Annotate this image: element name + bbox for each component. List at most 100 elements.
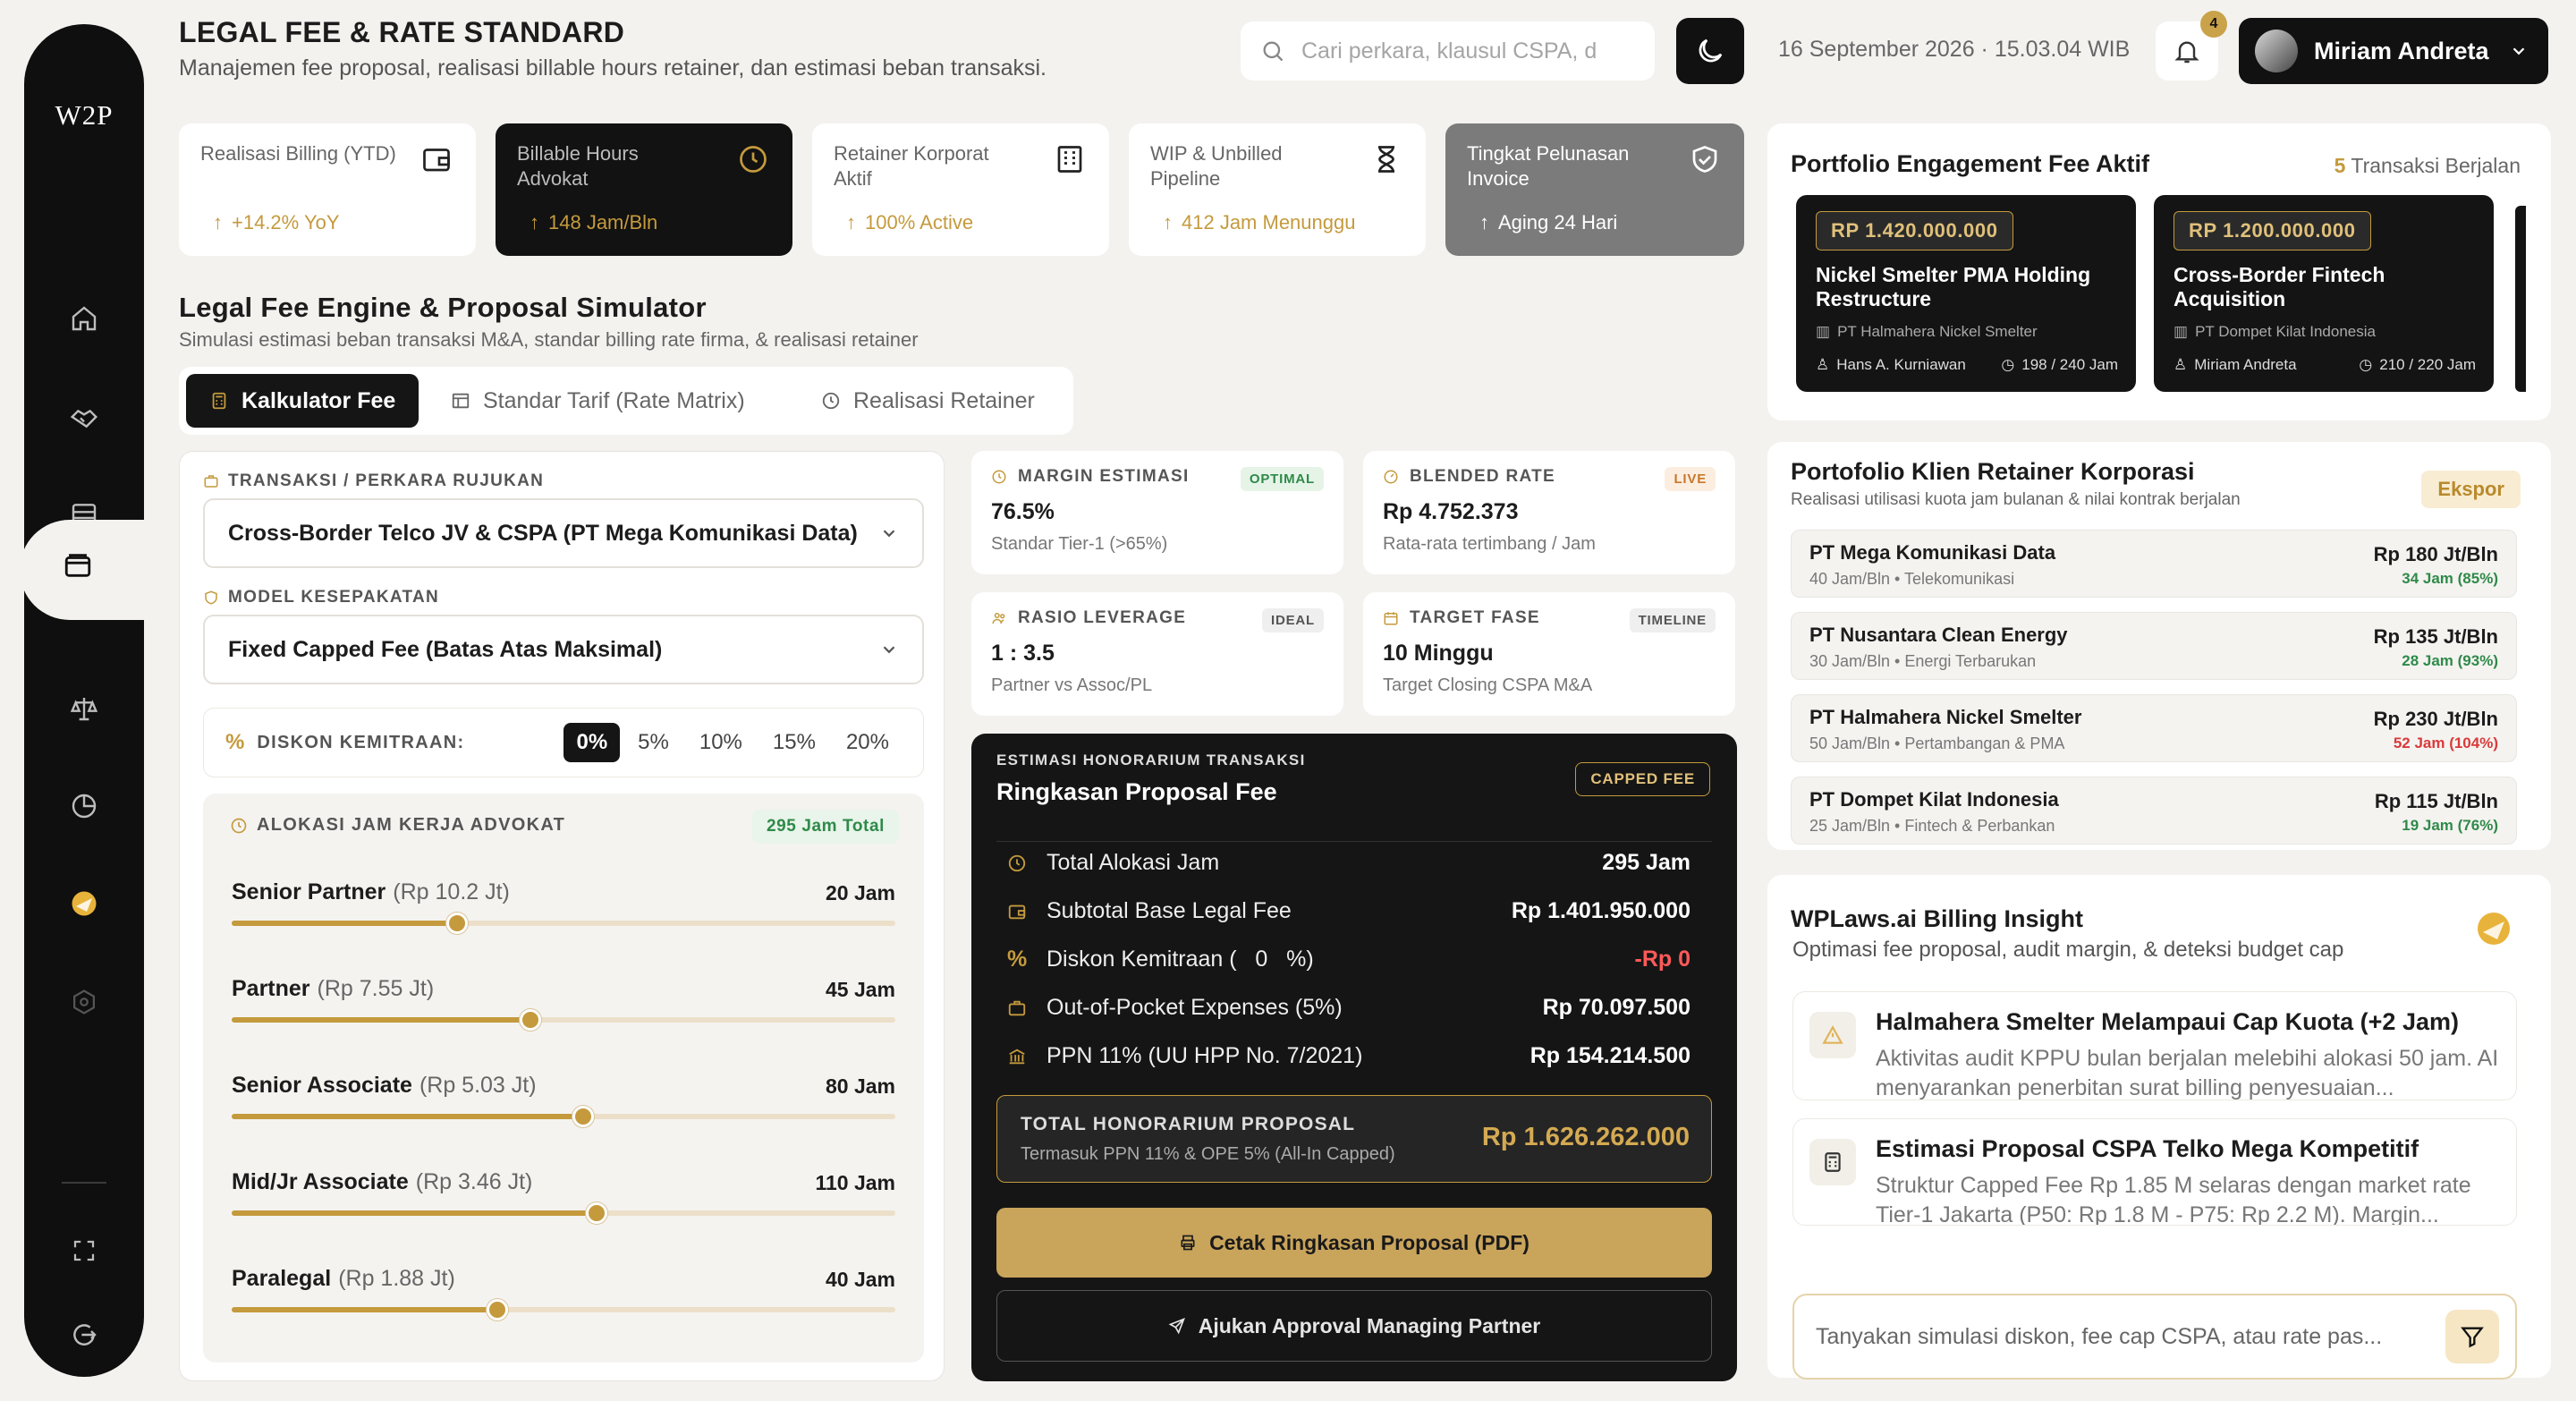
client-sub: 50 Jam/Bln • Pertambangan & PMA	[1809, 734, 2065, 752]
role-hours: 40 Jam	[825, 1268, 895, 1291]
wallet-icon	[1007, 902, 1027, 921]
engagement-card-peek	[2515, 206, 2526, 392]
kpi-card-retainer[interactable]: Retainer Korporat Aktif ↑ 100% Active	[812, 123, 1109, 256]
search-input[interactable]	[1301, 38, 1641, 64]
insight-card[interactable]: Estimasi Proposal CSPA Telko Mega Kompet…	[1792, 1118, 2517, 1226]
client-usage: 19 Jam (76%)	[2402, 817, 2498, 834]
slider-handle[interactable]	[486, 1299, 508, 1320]
slider-track[interactable]	[232, 913, 895, 934]
role-name: Mid/Jr Associate	[232, 1169, 409, 1194]
settings-icon[interactable]	[24, 974, 144, 1030]
client-sub: 25 Jam/Bln • Fintech & Perbankan	[1809, 817, 2055, 835]
role-name: Senior Associate	[232, 1073, 412, 1098]
ai-ask-box[interactable]	[1792, 1294, 2517, 1380]
home-icon[interactable]	[24, 291, 144, 346]
sidebar-divider	[62, 1182, 106, 1184]
slider-handle[interactable]	[446, 913, 469, 934]
model-select[interactable]: Fixed Capped Fee (Batas Atas Maksimal)	[203, 615, 924, 684]
engagement-price: RP 1.420.000.000	[1816, 211, 2013, 250]
discount-option[interactable]: 10%	[687, 723, 755, 762]
role-rate: (Rp 5.03 Jt)	[419, 1073, 537, 1098]
building-icon: ▥	[2174, 323, 2189, 340]
search-icon	[1260, 38, 1285, 64]
discount-option[interactable]: 0%	[564, 723, 621, 762]
calculator-icon	[1809, 1139, 1856, 1185]
sidebar-item-wallet-active[interactable]	[20, 520, 145, 620]
search-box[interactable]	[1241, 21, 1655, 81]
metric-sub: Partner vs Assoc/PL	[991, 675, 1153, 695]
ai-spark-icon[interactable]	[24, 876, 144, 931]
client-usage: 34 Jam (85%)	[2402, 570, 2498, 587]
insight-subtitle: Optimasi fee proposal, audit margin, & d…	[1792, 938, 2344, 962]
notification-count-badge: 4	[2200, 11, 2227, 38]
retainer-client-row[interactable]: PT Nusantara Clean Energy 30 Jam/Bln • En…	[1791, 612, 2517, 680]
tab-kalkulator-fee[interactable]: Kalkulator Fee	[186, 374, 419, 428]
slider-track[interactable]	[232, 1202, 895, 1224]
client-name: PT Halmahera Nickel Smelter	[1809, 706, 2082, 728]
status-badge: TIMELINE	[1629, 608, 1716, 633]
engagement-hours: ◷ 210 / 220 Jam	[2359, 356, 2476, 373]
clock-icon	[821, 391, 841, 411]
kpi-value: ↑ 100% Active	[846, 211, 974, 234]
shield-check-icon	[1689, 143, 1721, 175]
tab-realisasi-retainer[interactable]: Realisasi Retainer	[798, 374, 1058, 428]
client-rate: Rp 180 Jt/Bln	[2373, 543, 2498, 565]
clock-icon	[230, 817, 248, 835]
slider-handle[interactable]	[519, 1009, 541, 1031]
export-button[interactable]: Ekspor	[2421, 471, 2521, 508]
client-rate: Rp 135 Jt/Bln	[2373, 625, 2498, 648]
transaction-select[interactable]: Cross-Border Telco JV & CSPA (PT Mega Ko…	[203, 498, 924, 568]
metric-card-margin: MARGIN ESTIMASI OPTIMAL 76.5% Standar Ti…	[971, 451, 1343, 574]
gauge-icon	[1383, 469, 1399, 485]
kpi-card-billing[interactable]: Realisasi Billing (YTD) ↑ +14.2% YoY	[179, 123, 476, 256]
slider-track[interactable]	[232, 1009, 895, 1031]
slider-fill	[232, 1307, 497, 1312]
retainer-client-row[interactable]: PT Dompet Kilat Indonesia 25 Jam/Bln • Fi…	[1791, 777, 2517, 845]
insight-item-desc: Struktur Capped Fee Rp 1.85 M selaras de…	[1876, 1173, 2471, 1226]
slider-handle[interactable]	[572, 1106, 595, 1127]
status-badge: IDEAL	[1262, 608, 1324, 633]
logout-icon[interactable]	[24, 1307, 144, 1363]
kpi-card-wip[interactable]: WIP & Unbilled Pipeline ↑ 412 Jam Menungg…	[1129, 123, 1426, 256]
metric-card-target: TARGET FASE TIMELINE 10 Minggu Target Cl…	[1363, 592, 1735, 716]
avatar	[2255, 30, 2298, 72]
user-icon: ♙	[2174, 356, 2188, 373]
filter-send-button[interactable]	[2445, 1310, 2499, 1363]
slider-track[interactable]	[232, 1299, 895, 1320]
engagement-hours: ◷ 198 / 240 Jam	[2001, 356, 2118, 373]
tab-rate-matrix[interactable]: Standar Tarif (Rate Matrix)	[428, 374, 768, 428]
slider-track[interactable]	[232, 1106, 895, 1127]
clock-icon	[737, 143, 769, 175]
alloc-total-badge: 295 Jam Total	[751, 810, 899, 844]
user-menu[interactable]: Miriam Andreta	[2239, 18, 2548, 84]
discount-option[interactable]: 15%	[760, 723, 828, 762]
engagement-title: Nickel Smelter PMA Holding Restructure	[1816, 263, 2091, 310]
role-rate: (Rp 3.46 Jt)	[415, 1169, 533, 1194]
fullscreen-icon[interactable]	[24, 1223, 144, 1278]
handshake-icon[interactable]	[24, 389, 144, 445]
briefcase-icon	[1007, 998, 1027, 1018]
app-logo: W2P	[55, 99, 114, 131]
engagement-card[interactable]: RP 1.200.000.000 Cross-Border Fintech Ac…	[2154, 195, 2494, 392]
theme-toggle-button[interactable]	[1676, 18, 1744, 84]
discount-option[interactable]: 5%	[625, 723, 682, 762]
summary-kicker: ESTIMASI HONORARIUM TRANSAKSI	[996, 751, 1306, 768]
kpi-card-invoice[interactable]: Tingkat Pelunasan Invoice ↑ Aging 24 Hari	[1445, 123, 1744, 256]
scale-icon[interactable]	[24, 681, 144, 736]
datetime: 16 September 2026 · 15.03.04 WIB	[1778, 37, 2131, 62]
kpi-card-billable-hours[interactable]: Billable Hours Advokat ↑ 148 Jam/Bln	[496, 123, 792, 256]
print-proposal-button[interactable]: Cetak Ringkasan Proposal (PDF)	[996, 1208, 1712, 1278]
retainer-client-row[interactable]: PT Mega Komunikasi Data 40 Jam/Bln • Tele…	[1791, 530, 2517, 598]
sidebar: W2P	[24, 24, 144, 1377]
retainer-client-row[interactable]: PT Halmahera Nickel Smelter 50 Jam/Bln • …	[1791, 694, 2517, 762]
approval-button[interactable]: Ajukan Approval Managing Partner	[996, 1290, 1712, 1362]
ai-ask-input[interactable]	[1816, 1323, 2433, 1350]
discount-option[interactable]: 20%	[834, 723, 902, 762]
slider-handle[interactable]	[586, 1202, 608, 1224]
engagement-card[interactable]: RP 1.420.000.000 Nickel Smelter PMA Hold…	[1796, 195, 2136, 392]
insight-card[interactable]: Halmahera Smelter Melampaui Cap Kuota (+…	[1792, 991, 2517, 1100]
engine-subtitle: Simulasi estimasi beban transaksi M&A, s…	[179, 328, 919, 351]
summary-row: PPN 11% (UU HPP No. 7/2021) Rp 154.214.5…	[1007, 1043, 1690, 1069]
pie-chart-icon[interactable]	[24, 778, 144, 834]
metric-card-blended-rate: BLENDED RATE LIVE Rp 4.752.373 Rata-rata…	[1363, 451, 1735, 574]
